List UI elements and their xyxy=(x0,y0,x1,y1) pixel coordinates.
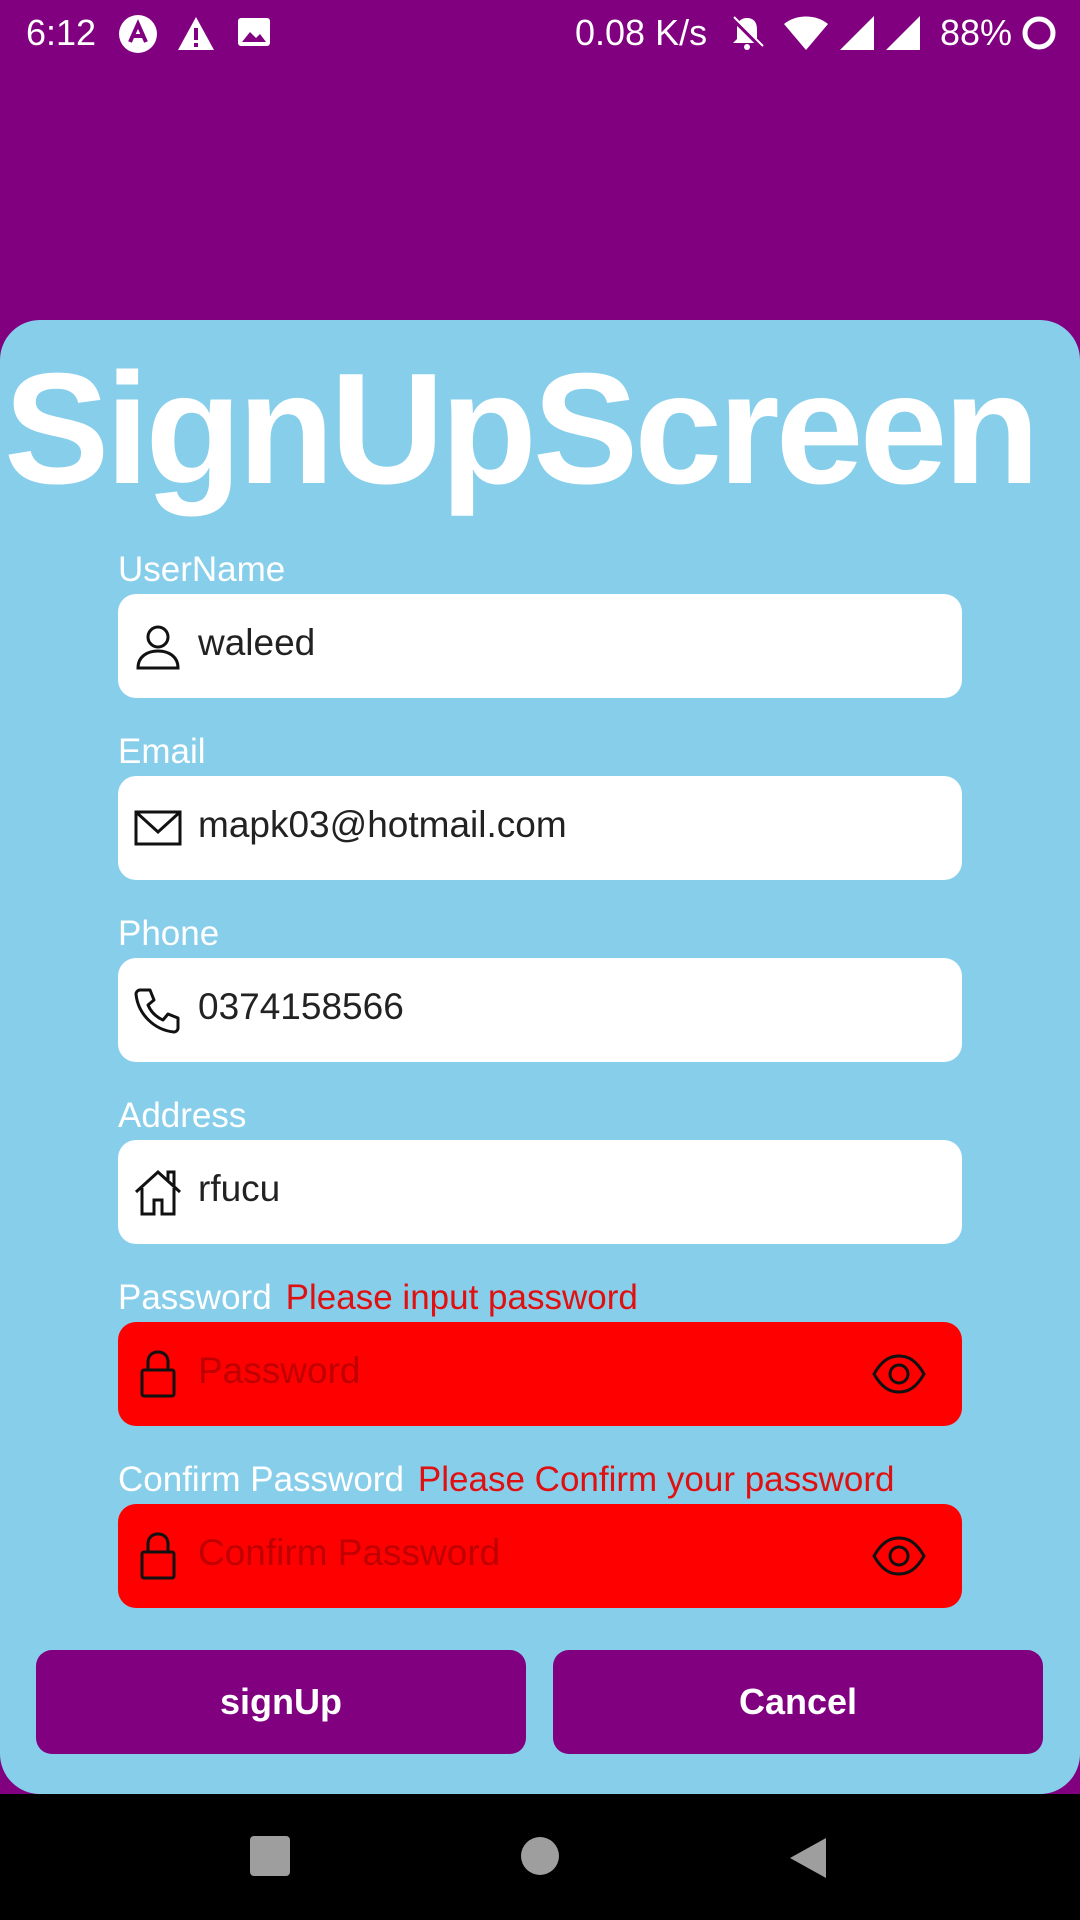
eye-icon[interactable] xyxy=(872,1350,926,1398)
signup-button[interactable]: signUp xyxy=(36,1650,526,1754)
home-icon xyxy=(132,1166,184,1218)
address-label: Address xyxy=(118,1096,247,1135)
image-icon xyxy=(236,14,272,59)
password-label: Password Please input password xyxy=(118,1278,638,1317)
address-field[interactable]: rfucu xyxy=(118,1140,962,1244)
confirm-password-placeholder: Confirm Password xyxy=(198,1532,501,1573)
mail-icon xyxy=(132,802,184,854)
signal-icon xyxy=(838,14,876,61)
page-title: SignUpScreen xyxy=(4,341,1040,517)
email-value: mapk03@hotmail.com xyxy=(198,804,567,845)
recents-square-icon[interactable] xyxy=(250,1836,290,1881)
password-field[interactable]: Password xyxy=(118,1322,962,1426)
confirm-password-error: Please Confirm your password xyxy=(417,1460,895,1499)
lock-icon xyxy=(132,1348,184,1400)
email-label: Email xyxy=(118,732,206,771)
lock-icon xyxy=(132,1530,184,1582)
status-time: 6:12 xyxy=(26,12,97,53)
confirm-password-label: Confirm Password Please Confirm your pass… xyxy=(118,1460,895,1499)
address-value: rfucu xyxy=(198,1168,281,1209)
wifi-icon xyxy=(782,14,830,61)
eye-icon[interactable] xyxy=(872,1532,926,1580)
status-bar: 6:12 0.08 K/s 88% xyxy=(0,0,1080,64)
phone-value: 0374158566 xyxy=(198,986,404,1027)
bell-off-icon xyxy=(728,14,766,61)
back-triangle-icon[interactable] xyxy=(788,1836,828,1885)
battery-level: 88% xyxy=(940,12,1013,53)
email-field[interactable]: mapk03@hotmail.com xyxy=(118,776,962,880)
person-icon xyxy=(132,620,184,672)
battery-ring-icon xyxy=(1020,14,1058,61)
warning-icon xyxy=(176,14,216,63)
arrow-icon xyxy=(118,14,158,63)
password-error: Please input password xyxy=(285,1278,638,1317)
username-field[interactable]: waleed xyxy=(118,594,962,698)
username-value: waleed xyxy=(198,622,316,663)
phone-icon xyxy=(132,984,184,1036)
signal-icon xyxy=(884,14,922,61)
confirm-password-field[interactable]: Confirm Password xyxy=(118,1504,962,1608)
username-label: UserName xyxy=(118,550,286,589)
navigation-bar xyxy=(0,1794,1080,1920)
home-circle-icon[interactable] xyxy=(520,1836,560,1881)
password-placeholder: Password xyxy=(198,1350,361,1391)
network-speed: 0.08 K/s xyxy=(575,12,708,53)
phone-field[interactable]: 0374158566 xyxy=(118,958,962,1062)
phone-label: Phone xyxy=(118,914,220,953)
cancel-button[interactable]: Cancel xyxy=(553,1650,1043,1754)
